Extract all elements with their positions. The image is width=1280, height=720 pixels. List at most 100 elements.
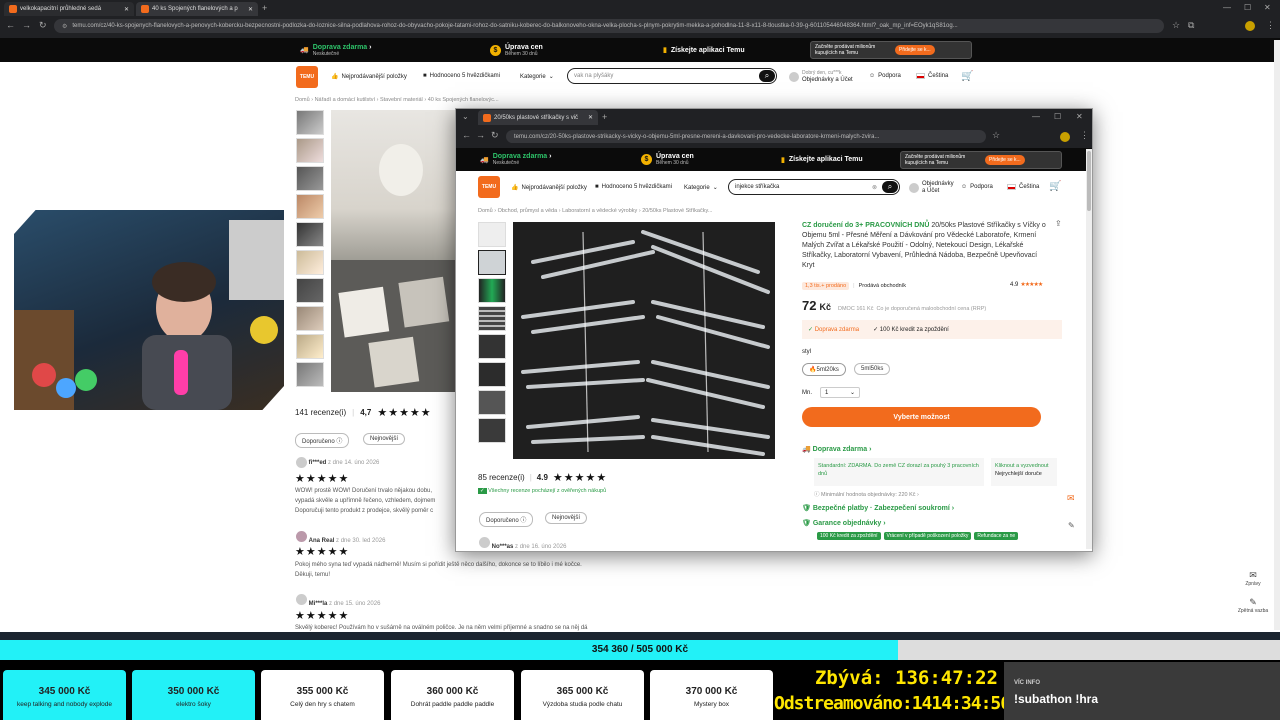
page-scrollbar[interactable] <box>1274 40 1280 630</box>
min-order[interactable]: ⓘ Minimální hodnota objednávky: 220 Kč › <box>814 490 919 498</box>
gallery-thumb[interactable] <box>296 222 324 247</box>
new-tab-icon[interactable]: + <box>602 113 607 122</box>
popup-promo-sell-button[interactable]: Přidejte se k... <box>985 154 1025 165</box>
reload-icon[interactable]: ↻ <box>39 21 47 30</box>
option-5ml50ks[interactable]: 5ml50ks <box>854 363 891 375</box>
gallery-thumb[interactable] <box>478 306 506 331</box>
popup-promo-app[interactable]: ▮ Získejte aplikaci Temu <box>781 156 863 164</box>
bookmark-star-icon[interactable]: ☆ <box>992 131 1000 140</box>
select-option-button[interactable]: Vyberte možnost <box>802 407 1041 427</box>
popup-account-link[interactable]: Objednávky a Účet <box>909 181 956 195</box>
tab-close-icon[interactable]: ✕ <box>124 6 129 13</box>
extensions-icon[interactable]: ⧉ <box>1188 21 1194 30</box>
nav-five-star[interactable]: ■ Hodnoceno 5 hvězdičkami <box>423 73 500 79</box>
promo-sell-button[interactable]: Přidejte se k... <box>895 45 935 55</box>
popup-promo-price-adjust[interactable]: $ Úprava cen Během 30 dnů <box>641 153 694 166</box>
back-icon[interactable]: ← <box>6 21 15 30</box>
reload-icon[interactable]: ↻ <box>491 131 499 140</box>
support-link[interactable]: ☺ Podpora <box>961 184 993 190</box>
option-5ml20ks[interactable]: 🔥5ml20ks <box>802 363 846 376</box>
popup-tab[interactable]: 20/50ks plastové stříkačky s vič ✕ <box>478 110 598 125</box>
crumb-level2[interactable]: Laboratorní a vědecké výrobky <box>562 208 637 214</box>
minimize-icon[interactable]: — <box>1032 112 1040 121</box>
forward-icon[interactable]: → <box>22 21 31 30</box>
close-window-icon[interactable]: ✕ <box>1076 112 1083 121</box>
promo-price-adjust[interactable]: $ Úprava cen Během 30 dnů <box>490 44 543 57</box>
back-icon[interactable]: ← <box>462 131 471 140</box>
sort-recommended-button[interactable]: Doporučeno ⓘ <box>295 433 350 448</box>
shipping-section-title[interactable]: 🚚 Doprava zdarma › <box>802 445 871 453</box>
nav-category[interactable]: Kategorie ⌄ <box>684 184 718 192</box>
crumb-home[interactable]: Domů <box>478 208 493 214</box>
popup-side-feedback-icon[interactable]: ✎ <box>1068 521 1075 530</box>
sort-newest-button[interactable]: Nejnovější <box>363 433 406 445</box>
maximize-icon[interactable]: ☐ <box>1054 112 1061 121</box>
support-link[interactable]: ☺ Podpora <box>869 73 901 79</box>
temu-logo[interactable]: TEMU <box>296 66 318 88</box>
popup-search-input[interactable]: injekce stříkačka ⊗ ⌕ <box>728 179 900 195</box>
gallery-thumb[interactable] <box>296 334 324 359</box>
gallery-thumb[interactable] <box>478 222 506 247</box>
maximize-icon[interactable]: ☐ <box>1244 3 1251 12</box>
quantity-select[interactable]: 1 ⌄ <box>820 387 861 398</box>
promo-sell-banner[interactable]: Začněte prodávat milionům kupujících na … <box>810 41 972 59</box>
rrp-note[interactable]: Co je doporučená maloobchodní cena (RRP) <box>876 306 986 312</box>
cart-icon[interactable]: 🛒 <box>1049 181 1061 192</box>
search-input[interactable]: vak na plyšáky ⌕ <box>567 68 777 84</box>
temu-logo[interactable]: TEMU <box>478 176 500 198</box>
gallery-thumb[interactable] <box>296 278 324 303</box>
forward-icon[interactable]: → <box>476 131 485 140</box>
browser-menu-icon[interactable]: ⋮ <box>1080 131 1089 140</box>
gallery-thumb-selected[interactable] <box>478 250 506 275</box>
gallery-thumb[interactable] <box>296 306 324 331</box>
side-feedback[interactable]: ✎ Zpětná vazba <box>1236 597 1270 614</box>
gallery-thumb[interactable] <box>478 334 506 359</box>
product-main-image[interactable] <box>331 110 455 392</box>
new-tab-icon[interactable]: + <box>262 4 267 13</box>
search-icon[interactable]: ⌕ <box>882 181 898 193</box>
order-guarantee[interactable]: 🛡 Garance objednávky › <box>802 519 886 527</box>
gallery-thumb[interactable] <box>478 390 506 415</box>
gallery-thumb[interactable] <box>296 110 324 135</box>
tab-close-icon[interactable]: ✕ <box>588 114 593 121</box>
language-selector[interactable]: Čeština <box>1007 184 1039 190</box>
nav-bestsellers[interactable]: 👍 Nejprodávanější položky <box>331 73 407 81</box>
side-news[interactable]: ✉ Zprávy <box>1240 570 1266 587</box>
popup-sort-recommended-button[interactable]: Doporučeno ⓘ <box>479 512 534 527</box>
shipping-standard[interactable]: Standardní: ZDARMA. Do země CZ dorazí za… <box>814 458 984 486</box>
gallery-thumb[interactable] <box>478 278 506 303</box>
account-link[interactable]: Dobrý den, cu***k Objednávky a Účet <box>789 70 853 84</box>
nav-category[interactable]: Kategorie ⌄ <box>520 73 554 81</box>
browser-menu-icon[interactable]: ⋮ <box>1266 21 1275 30</box>
seller-link[interactable]: Prodává obchodník <box>859 283 906 289</box>
site-info-icon[interactable]: ⚙ <box>62 23 67 30</box>
popup-reviews-count[interactable]: 85 recenze(i) <box>478 473 525 482</box>
crumb-level1[interactable]: Obchod, průmysl a věda <box>498 208 558 214</box>
close-window-icon[interactable]: ✕ <box>1264 3 1271 12</box>
tab-close-icon[interactable]: ✕ <box>248 6 253 13</box>
language-selector[interactable]: Čeština <box>916 73 948 79</box>
popup-promo-free-shipping[interactable]: 🚚 Doprava zdarma › Neskutečné <box>480 153 551 166</box>
popup-promo-sell-banner[interactable]: Začněte prodávat milionům kupujících na … <box>900 150 1062 169</box>
safe-payment[interactable]: 🛡 Bezpečné platby · Zabezpečení soukromí… <box>802 504 954 512</box>
promo-app[interactable]: ▮ Získejte aplikaci Temu <box>663 46 745 55</box>
popup-address-bar[interactable]: temu.com/cz/20-50ks-plastove-strikacky-s… <box>506 130 986 143</box>
profile-avatar[interactable] <box>1060 132 1070 142</box>
gallery-thumb[interactable] <box>296 250 324 275</box>
popup-scrollbar-thumb[interactable] <box>1087 151 1091 211</box>
address-bar[interactable]: ⚙ temu.com/cz/40-ks-spojenych-flanelovych… <box>54 19 1164 33</box>
search-icon[interactable]: ⌕ <box>759 70 775 82</box>
clear-search-icon[interactable]: ⊗ <box>872 184 877 191</box>
gallery-thumb[interactable] <box>296 194 324 219</box>
share-icon[interactable]: ⇪ <box>1055 219 1062 228</box>
gallery-thumb[interactable] <box>478 418 506 443</box>
tab-search-icon[interactable]: ⌄ <box>462 112 469 121</box>
crumb-home[interactable]: Domů <box>295 97 310 103</box>
promo-free-shipping[interactable]: 🚚 Doprava zdarma › Neskutečné <box>300 44 371 57</box>
gallery-thumb[interactable] <box>296 138 324 163</box>
crumb-level2[interactable]: Stavební materiál <box>380 97 423 103</box>
cart-icon[interactable]: 🛒 <box>961 71 973 82</box>
gallery-thumb[interactable] <box>296 362 324 387</box>
gallery-thumb[interactable] <box>296 166 324 191</box>
product-main-image[interactable] <box>513 222 775 459</box>
